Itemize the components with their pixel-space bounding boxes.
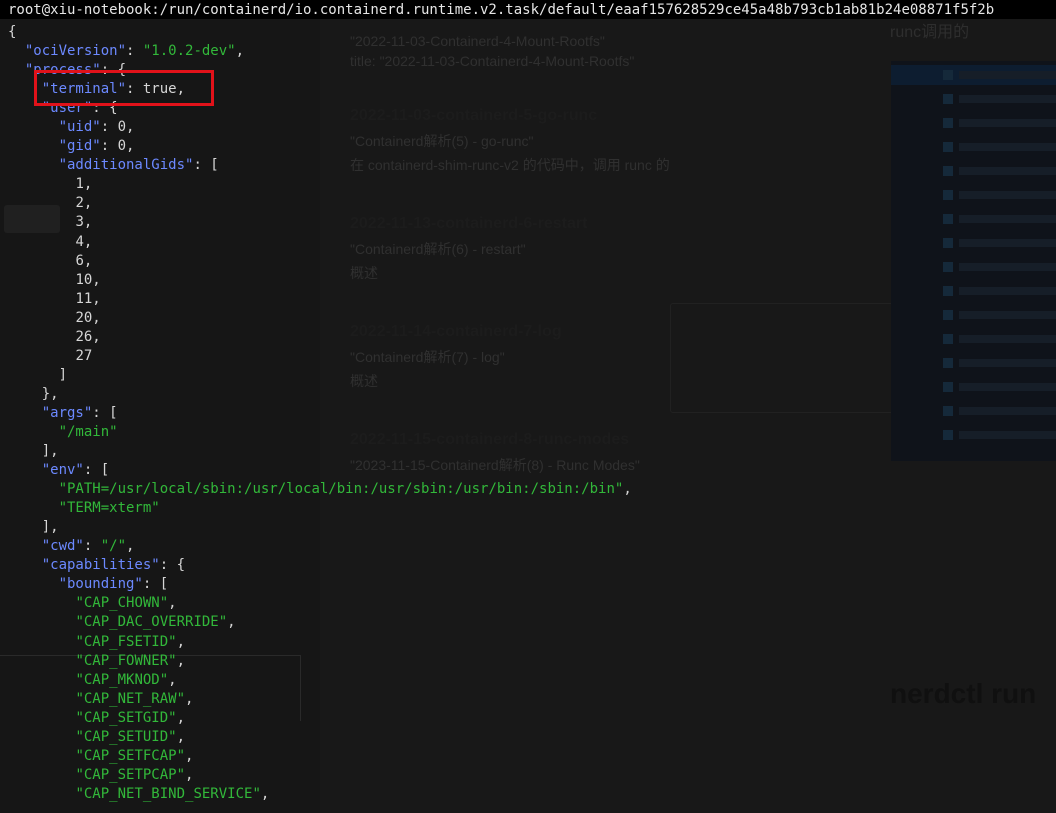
json-key: "capabilities" xyxy=(41,557,160,574)
json-line: 11, xyxy=(75,290,101,307)
json-line: ], xyxy=(41,443,59,460)
json-line: 6, xyxy=(75,252,93,269)
json-line: ], xyxy=(41,519,59,536)
json-key: "env" xyxy=(41,462,84,479)
section-heading: nerdctl run xyxy=(890,678,1037,709)
json-value: "CAP_FOWNER" xyxy=(75,652,177,669)
json-value: 3 xyxy=(75,214,84,231)
json-line: 4, xyxy=(75,233,93,250)
toc-item[interactable] xyxy=(891,185,1056,205)
json-value: "CAP_DAC_OVERRIDE" xyxy=(75,614,228,631)
json-value: 26 xyxy=(75,328,93,345)
json-key: "ociVersion" xyxy=(24,43,127,60)
json-value: "CAP_NET_RAW" xyxy=(75,690,186,707)
json-line: "CAP_FOWNER", xyxy=(75,652,186,669)
toc-item[interactable] xyxy=(891,305,1056,325)
json-value: "CAP_FSETID" xyxy=(75,633,177,650)
json-line: "CAP_SETGID", xyxy=(75,709,186,726)
toc-item[interactable] xyxy=(891,89,1056,109)
json-line: "env": [ xyxy=(41,462,110,479)
json-value: 1 xyxy=(75,176,84,193)
json-line: "CAP_SETPCAP", xyxy=(75,766,194,783)
json-line: "CAP_MKNOD", xyxy=(75,671,177,688)
json-line: 2, xyxy=(75,195,93,212)
json-output[interactable]: { "ociVersion": "1.0.2-dev", "process": … xyxy=(8,23,632,804)
json-line: 1, xyxy=(75,176,93,193)
json-key: "additionalGids" xyxy=(58,157,194,174)
json-line: "capabilities": { xyxy=(41,557,186,574)
json-key: "bounding" xyxy=(58,576,143,593)
json-value: "/" xyxy=(100,538,127,555)
json-key: "uid" xyxy=(58,119,101,136)
json-value: "CAP_SETFCAP" xyxy=(75,747,186,764)
json-value: "CAP_CHOWN" xyxy=(75,595,169,612)
json-value: 20 xyxy=(75,309,93,326)
json-line: ] xyxy=(58,366,68,383)
json-value: "CAP_SETPCAP" xyxy=(75,766,186,783)
json-value: 11 xyxy=(75,290,93,307)
json-value: "CAP_SETGID" xyxy=(75,709,177,726)
toc-item[interactable] xyxy=(891,137,1056,157)
toc-item[interactable] xyxy=(891,257,1056,277)
json-value: "PATH=/usr/local/sbin:/usr/local/bin:/us… xyxy=(58,481,624,498)
json-value: "CAP_NET_BIND_SERVICE" xyxy=(75,785,261,802)
json-line: "uid": 0, xyxy=(58,119,135,136)
json-line: "CAP_NET_RAW", xyxy=(75,690,194,707)
json-value: 4 xyxy=(75,233,84,250)
json-key: "args" xyxy=(41,404,93,421)
json-line: 3, xyxy=(75,214,93,231)
json-line: 20, xyxy=(75,309,101,326)
json-line: 27 xyxy=(8,347,632,366)
terminal-title-bar: root@xiu-notebook:/run/containerd/io.con… xyxy=(0,0,1056,19)
json-line: "CAP_DAC_OVERRIDE", xyxy=(75,614,236,631)
json-line: { xyxy=(8,24,17,40)
json-value: "CAP_MKNOD" xyxy=(75,671,169,688)
json-value: 6 xyxy=(75,252,84,269)
json-line: "CAP_SETUID", xyxy=(75,728,186,745)
toc-item[interactable] xyxy=(891,353,1056,373)
toc-item[interactable] xyxy=(891,65,1056,85)
json-line: "CAP_NET_BIND_SERVICE", xyxy=(75,785,270,802)
json-line: "bounding": [ xyxy=(58,576,169,593)
json-value: 27 xyxy=(75,347,93,364)
json-key: "gid" xyxy=(58,138,101,155)
json-line: "CAP_SETFCAP", xyxy=(75,747,194,764)
toc-heading: runc调用的 xyxy=(890,24,970,41)
highlight-box xyxy=(34,70,214,106)
json-value: "/main" xyxy=(58,423,118,440)
json-value: "1.0.2-dev" xyxy=(142,43,236,60)
json-line: "cwd": "/", xyxy=(41,538,135,555)
toc-item[interactable] xyxy=(891,281,1056,301)
json-value: "CAP_SETUID" xyxy=(75,728,177,745)
json-key: "cwd" xyxy=(41,538,84,555)
json-line: "args": [ xyxy=(41,404,118,421)
json-line: "TERM=xterm" xyxy=(8,499,632,518)
toc-item[interactable] xyxy=(891,233,1056,253)
json-line: "gid": 0, xyxy=(58,138,135,155)
json-value: 0 xyxy=(117,119,127,136)
json-line: "PATH=/usr/local/sbin:/usr/local/bin:/us… xyxy=(58,481,632,498)
json-value: 10 xyxy=(75,271,93,288)
table-of-contents xyxy=(891,61,1056,461)
toc-item[interactable] xyxy=(891,161,1056,181)
json-line: 10, xyxy=(75,271,101,288)
toc-item[interactable] xyxy=(891,113,1056,133)
json-line: }, xyxy=(41,385,59,402)
json-line: 26, xyxy=(75,328,101,345)
toc-item[interactable] xyxy=(891,425,1056,445)
terminal-window[interactable]: root@xiu-notebook:/run/containerd/io.con… xyxy=(0,0,1056,813)
json-line: "additionalGids": [ xyxy=(58,157,219,174)
toc-item[interactable] xyxy=(891,401,1056,421)
terminal-title: root@xiu-notebook:/run/containerd/io.con… xyxy=(8,2,995,18)
json-value: "TERM=xterm" xyxy=(58,500,160,517)
toc-item[interactable] xyxy=(891,329,1056,349)
json-line: "ociVersion": "1.0.2-dev", xyxy=(24,43,245,60)
json-value: 2 xyxy=(75,195,84,212)
toc-item[interactable] xyxy=(891,209,1056,229)
json-line: "CAP_CHOWN", xyxy=(75,595,177,612)
toc-item[interactable] xyxy=(891,377,1056,397)
json-value: 0 xyxy=(117,138,127,155)
json-line: "CAP_FSETID", xyxy=(75,633,186,650)
json-line: "/main" xyxy=(8,423,632,442)
